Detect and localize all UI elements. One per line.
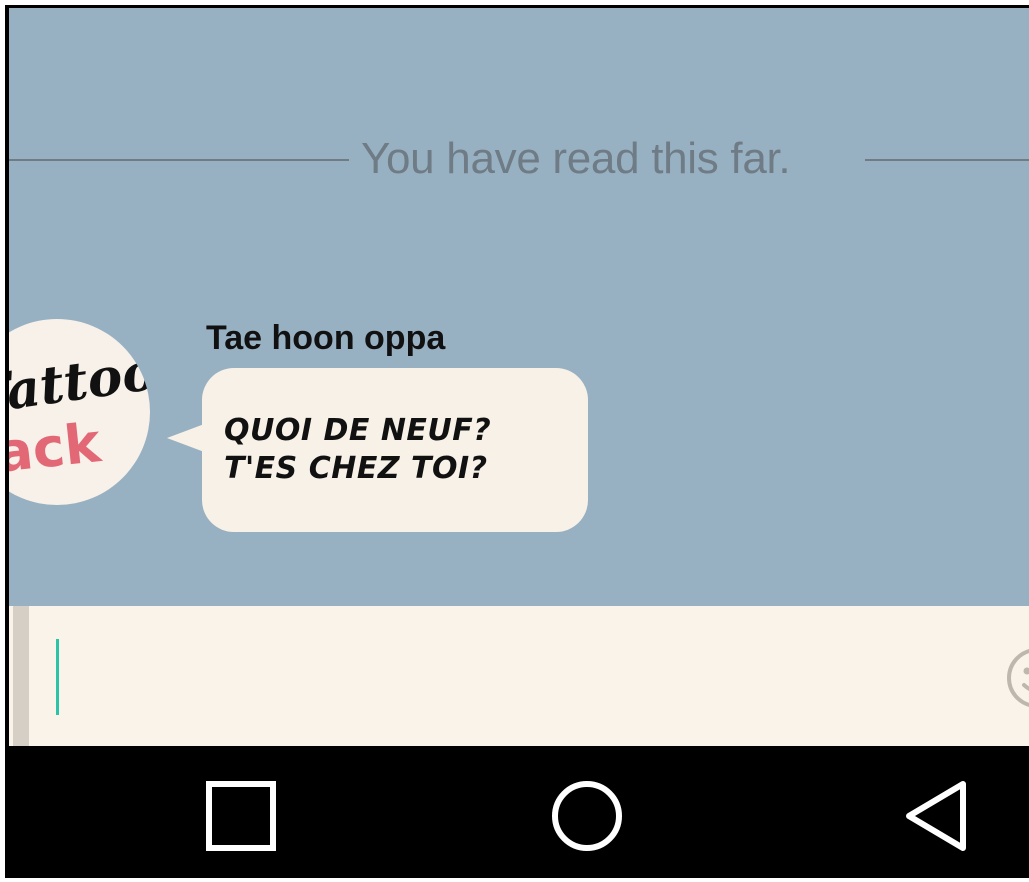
divider-line-right bbox=[865, 159, 1029, 161]
divider-line-left bbox=[9, 159, 349, 161]
message-input-bar bbox=[9, 606, 1029, 746]
input-left-strip bbox=[13, 606, 29, 746]
text-cursor bbox=[56, 639, 59, 715]
read-marker-text: You have read this far. bbox=[361, 134, 791, 183]
system-nav-bar bbox=[9, 746, 1029, 878]
message-line-2: T'ES CHEZ TOI? bbox=[224, 451, 488, 486]
message-line-1: QUOI DE NEUF? bbox=[224, 413, 492, 448]
sender-name: Tae hoon oppa bbox=[206, 319, 446, 357]
emoji-icon[interactable] bbox=[1002, 643, 1029, 713]
chat-area[interactable]: You have read this far. Tattoo Jack Tae … bbox=[9, 8, 1029, 606]
sender-avatar[interactable]: Tattoo Jack bbox=[5, 319, 150, 505]
phone-screen: You have read this far. Tattoo Jack Tae … bbox=[5, 5, 1029, 878]
bubble-tail bbox=[167, 423, 207, 453]
triangle-back-icon[interactable] bbox=[897, 776, 977, 856]
message-bubble[interactable]: QUOI DE NEUF? T'ES CHEZ TOI? bbox=[202, 368, 588, 532]
square-icon[interactable] bbox=[203, 776, 283, 856]
avatar-logo-word-bottom: Jack bbox=[5, 411, 105, 487]
read-marker-divider: You have read this far. bbox=[9, 134, 1029, 184]
circle-icon[interactable] bbox=[547, 776, 627, 856]
avatar-logo-image: Tattoo Jack bbox=[5, 341, 150, 488]
message-input[interactable] bbox=[29, 606, 1029, 746]
